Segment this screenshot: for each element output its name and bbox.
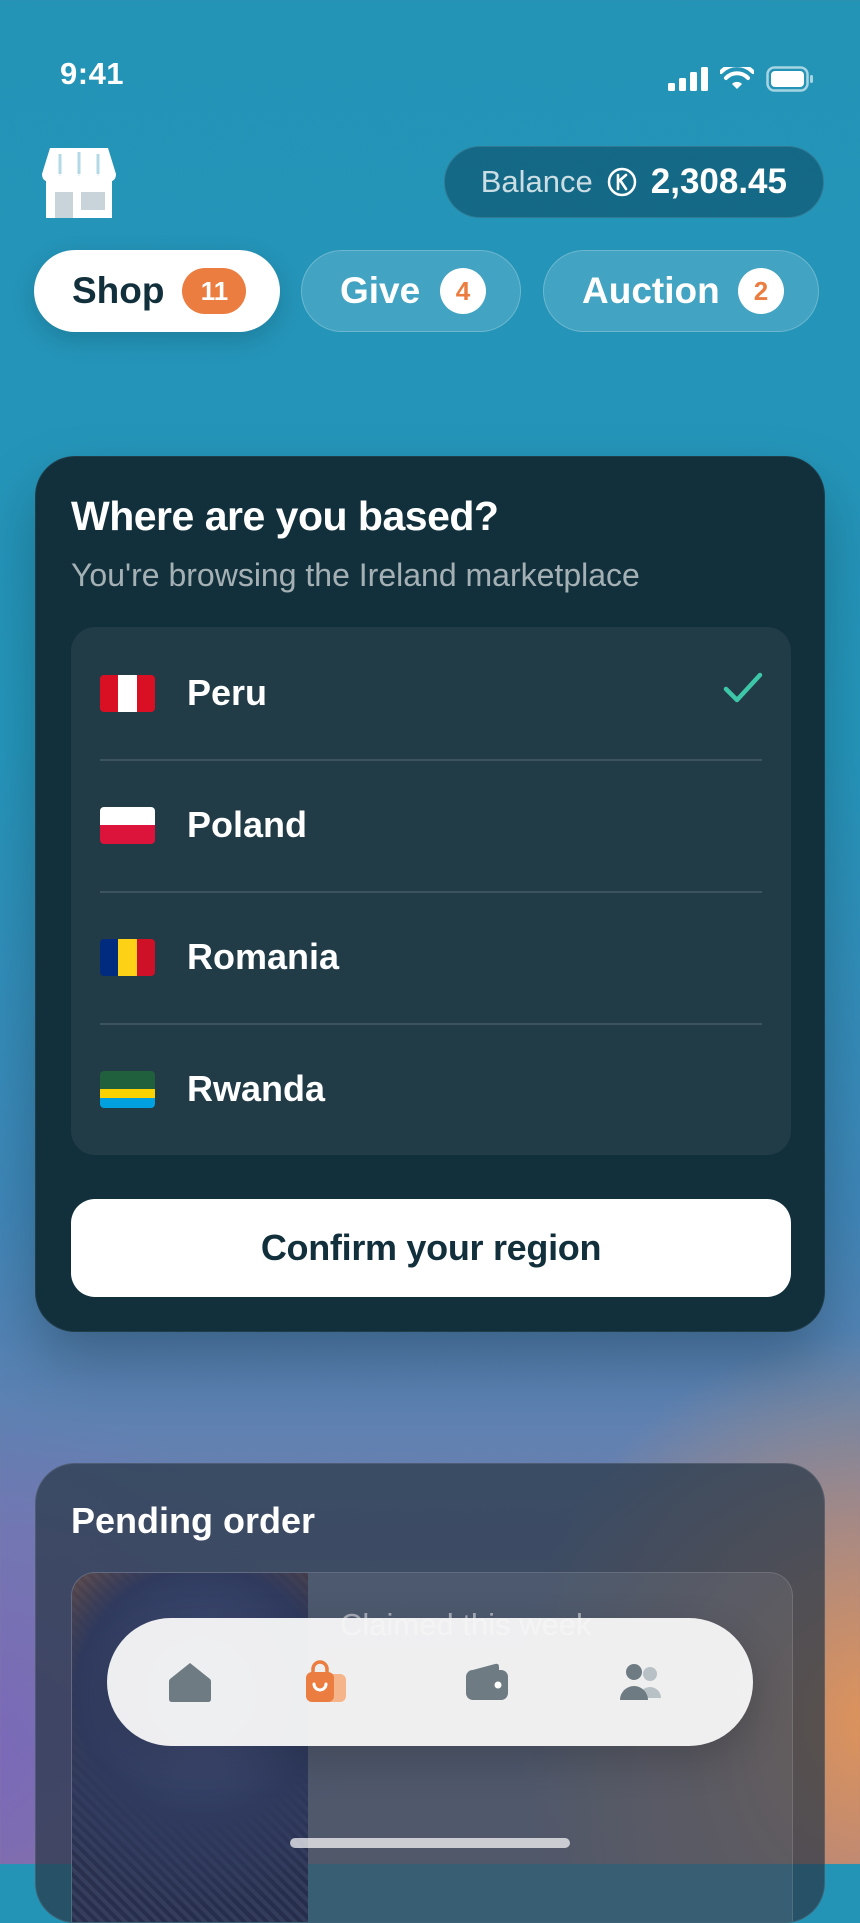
status-icons [668, 66, 814, 92]
count-badge: 11 [182, 268, 247, 314]
shopping-bag-icon [306, 1660, 346, 1702]
cellular-signal-icon [668, 67, 708, 91]
nav-shop[interactable] [294, 1650, 358, 1714]
country-list: Peru Poland Romania Rwanda [71, 627, 791, 1155]
coin-icon [607, 167, 636, 197]
home-indicator [290, 1838, 570, 1848]
people-icon [620, 1664, 661, 1700]
tab-label: Auction [582, 270, 720, 311]
pending-order-title: Pending order [71, 1500, 316, 1541]
country-option-rwanda[interactable]: Rwanda [71, 1023, 791, 1155]
region-card-subtitle: You're browsing the Ireland marketplace [71, 557, 640, 593]
home-icon [169, 1663, 211, 1702]
country-name: Romania [187, 936, 340, 977]
peru-flag-icon [100, 674, 155, 712]
country-option-peru[interactable]: Peru [71, 627, 791, 759]
country-name: Rwanda [187, 1068, 326, 1109]
country-option-poland[interactable]: Poland [71, 759, 791, 891]
balance-pill[interactable]: Balance 2,308.45 [443, 146, 824, 218]
country-option-romania[interactable]: Romania [71, 891, 791, 1023]
tab-shop[interactable]: Shop 11 [34, 250, 281, 332]
bottom-nav [107, 1618, 753, 1746]
nav-home[interactable] [158, 1650, 222, 1714]
poland-flag-icon [100, 806, 155, 844]
rwanda-flag-icon [100, 1070, 155, 1108]
romania-flag-icon [100, 938, 155, 976]
wallet-icon [466, 1663, 508, 1700]
confirm-region-button[interactable]: Confirm your region [71, 1199, 791, 1297]
country-name: Peru [187, 672, 268, 713]
count-badge: 2 [738, 268, 784, 314]
tab-label: Shop [72, 270, 165, 311]
checkmark-icon [723, 672, 763, 703]
region-card: Where are you based? You're browsing the… [35, 456, 825, 1332]
count-badge: 4 [440, 268, 486, 314]
balance-amount: 2,308.45 [650, 162, 787, 201]
status-time: 9:41 [60, 56, 125, 91]
battery-icon [766, 66, 813, 92]
tab-give[interactable]: Give 4 [301, 250, 521, 332]
tab-label: Give [340, 270, 421, 311]
nav-wallet[interactable] [455, 1650, 519, 1714]
wifi-icon [720, 67, 754, 89]
country-name: Poland [187, 804, 308, 845]
balance-label: Balance [480, 164, 593, 199]
nav-community[interactable] [609, 1650, 673, 1714]
region-card-title: Where are you based? [71, 493, 499, 539]
tab-auction[interactable]: Auction 2 [543, 250, 819, 332]
store-icon[interactable] [42, 148, 116, 218]
